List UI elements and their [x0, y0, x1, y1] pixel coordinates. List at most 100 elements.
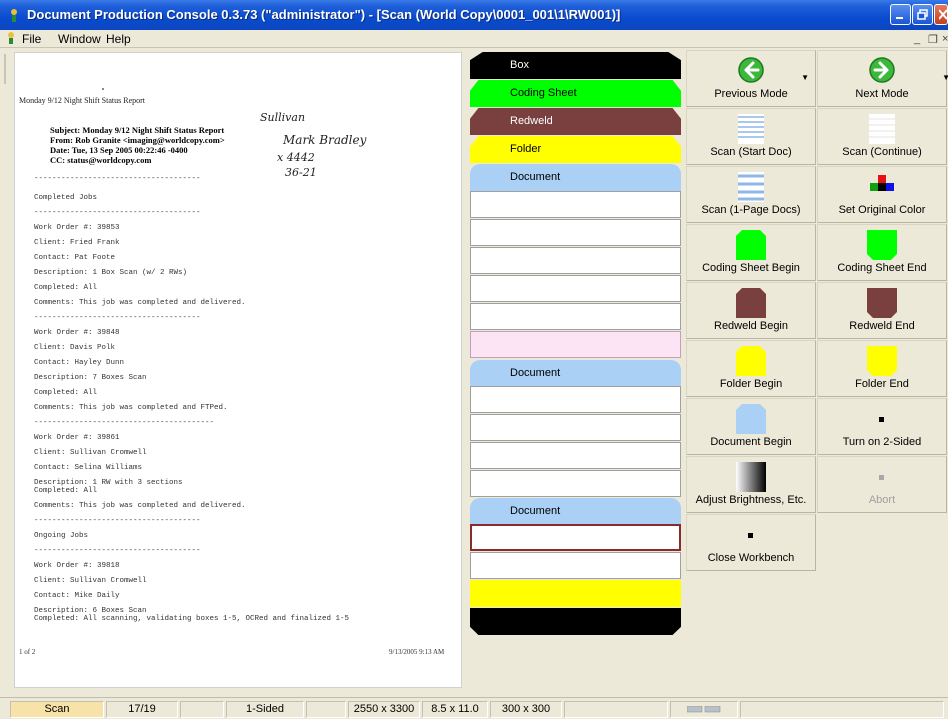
scan-1page-docs-button[interactable]: Scan (1-Page Docs) — [686, 166, 816, 223]
page-slot-selected[interactable] — [470, 524, 681, 551]
page-slot[interactable] — [470, 303, 681, 330]
redweld-begin-icon — [736, 288, 766, 318]
next-mode-button[interactable]: ▼ Next Mode — [817, 50, 948, 107]
report-line: ------------------------------------- — [34, 517, 201, 525]
report-line: ------------------------------------- — [34, 547, 201, 555]
indicator-lights-icon — [686, 705, 721, 713]
redweld-begin-button[interactable]: Redweld Begin — [686, 282, 816, 339]
tree-item-label: Document — [510, 171, 561, 183]
report-line: Contact: Mike Daily — [34, 592, 120, 600]
tree-item-document[interactable]: Document — [470, 164, 681, 191]
coding-sheet-begin-button[interactable]: Coding Sheet Begin — [686, 224, 816, 281]
folder-end-button[interactable]: Folder End — [817, 340, 947, 397]
tree-item-box-end[interactable] — [470, 608, 681, 635]
button-label: Document Begin — [710, 436, 792, 448]
report-line: Completed: All scanning, validating boxe… — [34, 615, 350, 623]
document-begin-button[interactable]: Document Begin — [686, 398, 816, 455]
tree-item-folder[interactable]: Folder — [470, 136, 681, 163]
report-line: Client: Davis Polk — [34, 344, 116, 352]
set-original-color-button[interactable]: Set Original Color — [817, 166, 947, 223]
splitter[interactable] — [4, 54, 6, 84]
close-button[interactable] — [934, 4, 948, 25]
tree-item-label: Document — [510, 367, 561, 379]
page-slot[interactable] — [470, 552, 681, 579]
folder-end-icon — [867, 346, 897, 376]
page-slot[interactable] — [470, 275, 681, 302]
adjust-brightness-button[interactable]: Adjust Brightness, Etc. — [686, 456, 816, 513]
page-slot[interactable] — [470, 386, 681, 413]
button-label: Coding Sheet End — [837, 262, 927, 274]
scan-continue-button[interactable]: Scan (Continue) — [817, 108, 947, 165]
striped-page-icon — [738, 172, 764, 202]
tree-item-document[interactable]: Document — [470, 360, 681, 387]
button-label: Turn on 2-Sided — [842, 436, 922, 448]
turn-on-2sided-button[interactable]: Turn on 2-Sided — [817, 398, 947, 455]
email-date-text: Date: Tue, 13 Sep 2005 00:22:46 -0400 — [50, 145, 188, 155]
handwritten-note: 36-21 — [285, 166, 317, 179]
tree-item-label: Redweld — [510, 115, 553, 127]
page-slot[interactable] — [470, 247, 681, 274]
color-blocks-icon — [870, 175, 894, 191]
report-line: Completed: All — [34, 389, 98, 397]
square-bullet-icon — [748, 533, 753, 538]
folder-begin-button[interactable]: Folder Begin — [686, 340, 816, 397]
handwritten-note: x 4442 — [277, 151, 315, 164]
report-line: ------------------------------------- — [34, 209, 201, 217]
button-label: Folder Begin — [719, 378, 783, 390]
scan-speck — [102, 88, 104, 90]
menu-help[interactable]: Help — [106, 32, 131, 46]
page-slot[interactable] — [470, 414, 681, 441]
structure-tree: Box Coding Sheet Redweld Folder Document… — [470, 50, 681, 640]
button-label: Abort — [868, 494, 896, 506]
report-line: Comments: This job was completed and del… — [34, 502, 246, 510]
minimize-button[interactable] — [890, 4, 911, 25]
previous-mode-button[interactable]: ▼ Previous Mode — [686, 50, 816, 107]
page-slot[interactable] — [470, 219, 681, 246]
mdi-close-button[interactable]: × — [942, 33, 948, 45]
button-label: Scan (Continue) — [842, 146, 922, 158]
report-line: Ongoing Jobs — [34, 532, 89, 540]
mdi-minimize-button[interactable]: _ — [914, 33, 920, 45]
arrow-left-icon — [738, 57, 764, 83]
status-empty — [306, 701, 346, 718]
scanned-page: Monday 9/12 Night Shift Status Report Su… — [14, 52, 462, 688]
document-begin-icon — [736, 404, 766, 434]
page-slot-highlighted[interactable] — [470, 331, 681, 358]
email-cc: CC: status@worldcopy.com — [50, 155, 151, 165]
report-line: Work Order #: 39861 — [34, 434, 120, 442]
dropdown-arrow-icon[interactable]: ▼ — [801, 73, 809, 82]
tree-item-box[interactable]: Box — [470, 52, 681, 79]
coding-sheet-end-button[interactable]: Coding Sheet End — [817, 224, 947, 281]
email-from-text: From: Rob Granite <imaging@worldcopy.com… — [50, 135, 225, 145]
report-line: Work Order #: 39818 — [34, 562, 120, 570]
minimize-icon — [896, 17, 903, 19]
tree-item-redweld[interactable]: Redweld — [470, 108, 681, 135]
square-bullet-icon — [879, 417, 884, 422]
tree-item-folder-end[interactable] — [470, 580, 681, 607]
mdi-restore-button[interactable]: ❐ — [928, 33, 938, 46]
window-title: Document Production Console 0.3.73 ("adm… — [27, 7, 621, 22]
redweld-end-button[interactable]: Redweld End — [817, 282, 947, 339]
page-slot[interactable] — [470, 191, 681, 218]
menu-file[interactable]: File — [22, 32, 41, 46]
page-slot[interactable] — [470, 470, 681, 497]
scan-start-doc-button[interactable]: Scan (Start Doc) — [686, 108, 816, 165]
abort-button[interactable]: Abort — [817, 456, 947, 513]
tree-item-coding-sheet[interactable]: Coding Sheet — [470, 80, 681, 107]
tree-item-label: Document — [510, 505, 561, 517]
brightness-gradient-icon — [736, 462, 766, 492]
close-workbench-button[interactable]: Close Workbench — [686, 514, 816, 571]
dropdown-arrow-icon[interactable]: ▼ — [942, 73, 948, 82]
tree-item-label: Coding Sheet — [510, 87, 577, 99]
status-indicators — [670, 701, 738, 718]
report-line: ------------------------------------- — [34, 314, 201, 322]
restore-button[interactable] — [912, 4, 933, 25]
tree-item-document[interactable]: Document — [470, 498, 681, 525]
tree-item-label: Box — [510, 59, 529, 71]
menu-window[interactable]: Window — [58, 32, 101, 46]
button-label: Folder End — [855, 378, 909, 390]
page-slot[interactable] — [470, 442, 681, 469]
document-icon[interactable] — [4, 31, 18, 45]
page-header: Monday 9/12 Night Shift Status Report — [19, 96, 145, 105]
email-from: From: Rob Granite <imaging@worldcopy.com… — [50, 135, 225, 145]
